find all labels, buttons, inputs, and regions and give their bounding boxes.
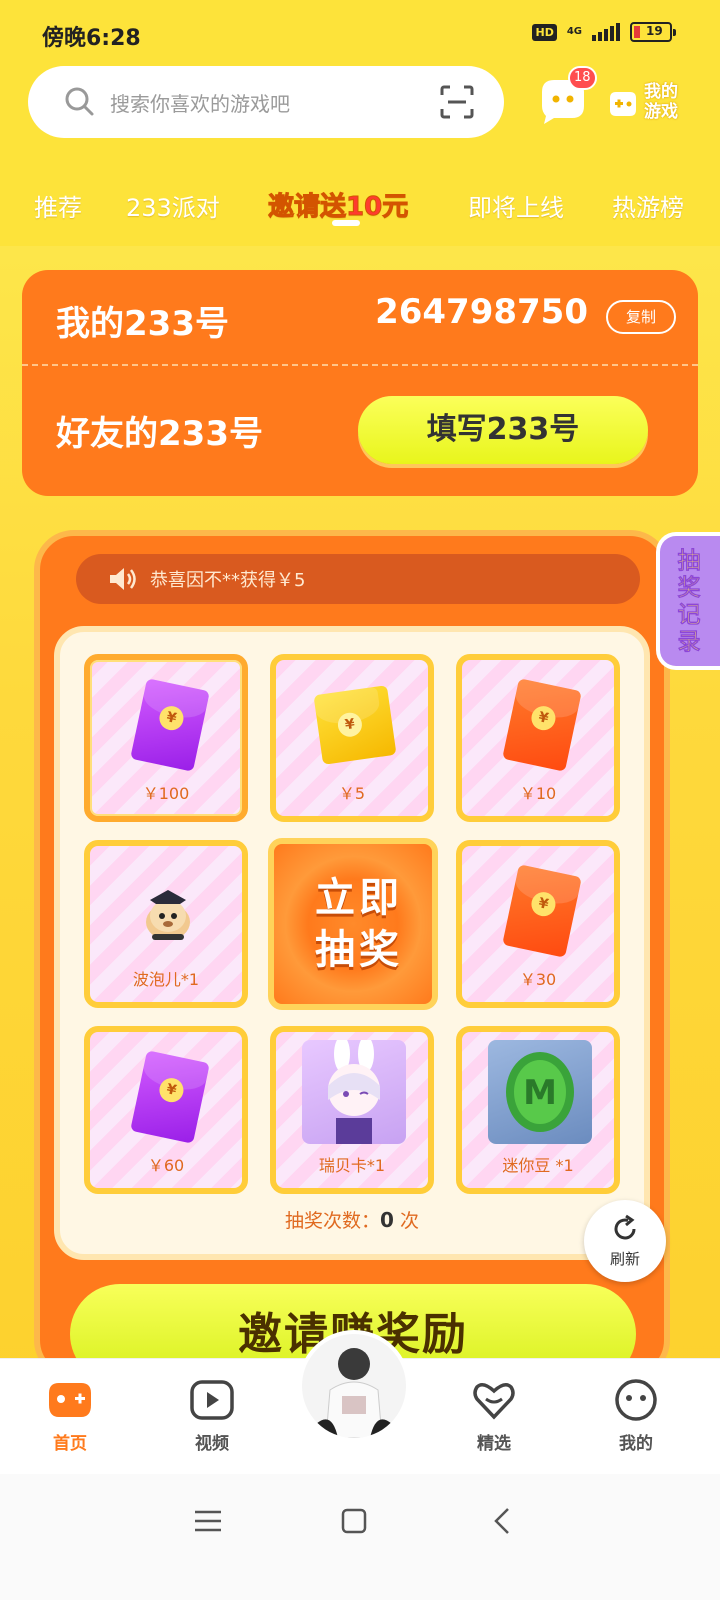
friend-id-label: 好友的233号	[56, 414, 263, 454]
prize-label: 波泡儿*1	[132, 970, 200, 989]
refresh-label: 刷新	[609, 1250, 640, 1268]
active-tab-indicator	[332, 220, 360, 226]
prize-cell-pet: 波泡儿*1	[84, 840, 248, 1008]
search-placeholder: 搜索你喜欢的游戏吧	[110, 91, 290, 116]
avatar[interactable]	[298, 1330, 410, 1442]
video-icon	[190, 1380, 234, 1420]
prize-cell-10: ¥ ￥10	[456, 654, 620, 822]
prize-cell-100: ¥ ￥100	[84, 654, 248, 822]
nav-mine-label: 我的	[619, 1434, 653, 1454]
prize-label: ￥60	[147, 1156, 185, 1175]
draw-now-button[interactable]: 立即抽奖	[268, 838, 438, 1010]
prize-label: ￥10	[519, 784, 557, 803]
search-bar[interactable]: 搜索你喜欢的游戏吧	[28, 66, 504, 138]
red-envelope-icon: ¥	[502, 864, 582, 958]
draw-count: 抽奖次数：0 次	[285, 1208, 419, 1232]
my-id-value: 264798750	[375, 292, 588, 332]
category-tabs: 推荐 233派对 邀请送10元 即将上线 热游榜	[0, 176, 720, 236]
ticker-text: 恭喜因不**获得￥5	[150, 570, 306, 591]
prize-label: 迷你豆 *1	[502, 1156, 574, 1175]
my-games-button[interactable]: 我的游戏	[610, 80, 692, 126]
nav-home-label: 首页	[53, 1434, 87, 1454]
copy-button[interactable]: 复制	[606, 300, 676, 334]
face-icon	[615, 1379, 657, 1421]
back-icon[interactable]	[492, 1506, 512, 1536]
friend-id-card: 好友的233号 填写233号	[22, 366, 698, 496]
prize-cell-5: ¥ ￥5	[270, 654, 434, 822]
nav-featured-label: 精选	[477, 1434, 511, 1454]
pet-character-icon	[146, 890, 190, 940]
prize-cell-rebecca: 瑞贝卡*1	[270, 1026, 434, 1194]
red-envelope-icon: ¥	[130, 678, 210, 772]
search-icon	[65, 87, 94, 116]
scan-icon[interactable]	[440, 85, 474, 119]
red-envelope-icon: ¥	[502, 678, 582, 772]
my-id-label: 我的233号	[56, 304, 229, 344]
tab-recommend[interactable]: 推荐	[34, 188, 82, 223]
tab-coming-soon[interactable]: 即将上线	[468, 188, 564, 223]
lottery-record-tab[interactable]: 抽奖记录	[656, 532, 720, 670]
mini-bean-icon: M	[488, 1040, 592, 1144]
prize-cell-60: ¥ ￥60	[84, 1026, 248, 1194]
heart-icon	[473, 1383, 515, 1420]
status-icons: HD 4G 19	[532, 22, 676, 42]
refresh-icon	[614, 1214, 636, 1240]
signal-icon	[592, 23, 620, 41]
tab-233-party[interactable]: 233派对	[126, 188, 220, 223]
speaker-icon	[110, 568, 136, 590]
lottery-board: 恭喜因不**获得￥5 ¥ ￥100 ¥ ￥5 ¥ ￥10 波泡儿*1 立即抽奖 …	[34, 530, 670, 1380]
battery-icon: 19	[630, 22, 676, 42]
refresh-button[interactable]: 刷新	[584, 1200, 666, 1282]
system-nav-bar	[0, 1474, 720, 1600]
prize-label: ￥5	[338, 784, 366, 803]
menu-icon[interactable]	[193, 1508, 223, 1534]
prize-label: ￥30	[519, 970, 557, 989]
red-envelope-icon: ¥	[313, 685, 397, 765]
tab-invite[interactable]: 邀请送10元	[267, 186, 408, 223]
hd-icon: HD	[532, 23, 557, 41]
character-card-icon	[302, 1036, 406, 1144]
svg-text:M: M	[523, 1073, 557, 1113]
winner-ticker: 恭喜因不**获得￥5	[76, 554, 640, 604]
draw-now-label: 立即抽奖	[315, 875, 403, 973]
prize-cell-mini-bean: M 迷你豆 *1	[456, 1026, 620, 1194]
fill-id-button[interactable]: 填写233号	[358, 396, 648, 464]
gamepad-icon	[49, 1383, 91, 1417]
gamepad-icon	[610, 92, 636, 116]
my-id-card: 我的233号 264798750 复制	[22, 270, 698, 366]
nav-video-label: 视频	[195, 1434, 229, 1454]
prize-label: ￥100	[142, 784, 190, 803]
home-square-icon[interactable]	[340, 1507, 368, 1535]
status-bar: 傍晚6:28 HD 4G 19	[0, 0, 720, 66]
my-games-label: 我的游戏	[644, 82, 678, 122]
message-badge: 18	[568, 66, 597, 90]
status-time: 傍晚6:28	[42, 26, 141, 51]
network-type: 4G	[566, 26, 582, 37]
draw-count-value: 0	[380, 1208, 394, 1232]
red-envelope-icon: ¥	[130, 1050, 210, 1144]
prize-label: 瑞贝卡*1	[318, 1156, 386, 1175]
prize-grid: ¥ ￥100 ¥ ￥5 ¥ ￥10 波泡儿*1 立即抽奖 ¥ ￥30 ¥ ￥60	[54, 626, 650, 1260]
lottery-record-label: 抽奖记录	[677, 548, 701, 656]
tab-hot-ranking[interactable]: 热游榜	[612, 188, 684, 223]
header: 搜索你喜欢的游戏吧 18 我的游戏 推荐 233派对 邀请送10元 即将上线 热…	[0, 66, 720, 246]
prize-cell-30: ¥ ￥30	[456, 840, 620, 1008]
